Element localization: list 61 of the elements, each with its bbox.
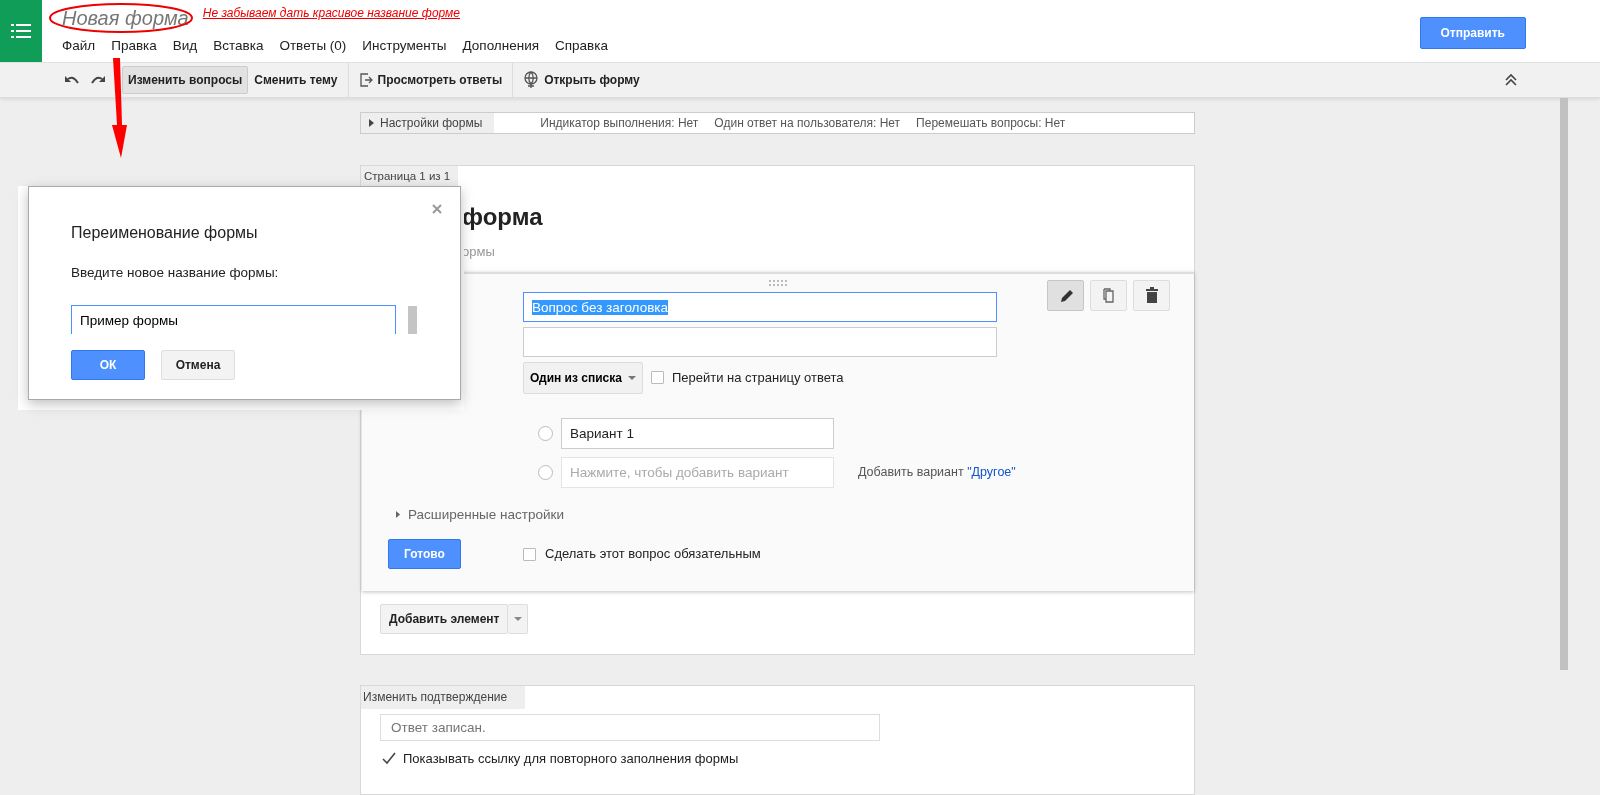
menu-item[interactable]: Вид [164,36,206,57]
help-text-field[interactable] [523,326,997,357]
redo-icon[interactable] [90,74,106,86]
checkbox-label: Перейти на страницу ответа [671,369,844,387]
dialog-title: Переименование формы [71,223,259,243]
caret-icon [513,617,522,621]
menu-button[interactable] [0,0,42,62]
form-heading: форма [462,202,543,233]
confirmation-field[interactable]: Ответ записан. [380,714,880,741]
menu-item[interactable]: Правка [103,36,165,57]
settings-summary: Один ответ на пользователя: Нет [714,115,901,132]
menu-item[interactable]: Вставка [205,36,272,57]
add-other-text: Добавить вариант "Другое" [858,463,1016,481]
list-icon [11,23,31,39]
settings-summary: Перемешать вопросы: Нет [916,115,1066,132]
toolbar-button[interactable]: Изменить вопросы [122,66,249,94]
toolbar-button[interactable]: Сменить тему [248,66,344,94]
tool-button[interactable] [1133,279,1170,311]
form-description: ормы [461,243,496,262]
drag-handle-icon[interactable] [769,279,789,286]
triangle-right-icon [396,511,400,519]
toolbar-button[interactable]: Открыть форму [517,66,646,94]
required-checkbox[interactable] [523,547,536,561]
page-jump-checkbox[interactable] [650,371,664,385]
menu-item[interactable]: Ответы (0) [271,36,355,57]
tool-button[interactable] [1047,279,1084,311]
checkbox-label: Сделать этот вопрос обязательным [545,545,761,564]
other-option-link[interactable]: "Другое" [967,464,1016,479]
advanced-settings-toggle[interactable]: Расширенные настройки [396,504,564,525]
collapse-icon[interactable] [1504,73,1518,87]
menu-item[interactable]: Справка [547,36,616,57]
question-type-dropdown[interactable]: Один из списка [523,361,643,394]
dialog-prompt: Введите новое название формы: [71,264,280,282]
form-title[interactable]: Новая форма [62,6,189,30]
name-input[interactable]: Пример формы [71,305,396,335]
undo-icon[interactable] [64,74,80,86]
menu-item[interactable]: Инструменты [354,36,455,57]
export-icon [358,73,373,87]
settings-summary: Индикатор выполнения: Нет [540,115,699,132]
caret-icon [627,375,636,380]
check-icon [381,752,396,766]
option-field[interactable]: Вариант 1 [561,417,834,449]
toolbar-button[interactable]: Просмотреть ответы [352,66,509,94]
show-link-checkbox[interactable] [382,752,395,766]
globe-icon [523,71,540,89]
close-icon[interactable] [432,204,442,214]
copy-icon [1100,287,1117,304]
dropdown-button[interactable] [508,604,529,634]
trash-icon [1143,287,1160,304]
menu-item[interactable]: Дополнения [454,36,547,57]
triangle-right-icon [369,119,374,127]
scrollbar-thumb [408,305,417,334]
annotation-text: Не забываем дать красивое название форме [202,5,460,22]
checkbox-label: Показывать ссылку для повторного заполнения формы [403,750,739,768]
radio-button[interactable] [538,425,553,441]
menu-item[interactable]: Файл [54,36,104,57]
scrollbar[interactable] [1560,98,1568,670]
settings-toggle[interactable]: Настройки формы [361,113,495,133]
cancel-button[interactable]: Отмена [161,350,235,381]
add-item-button[interactable]: Добавить элемент [380,604,509,634]
radio-button[interactable] [538,464,553,480]
